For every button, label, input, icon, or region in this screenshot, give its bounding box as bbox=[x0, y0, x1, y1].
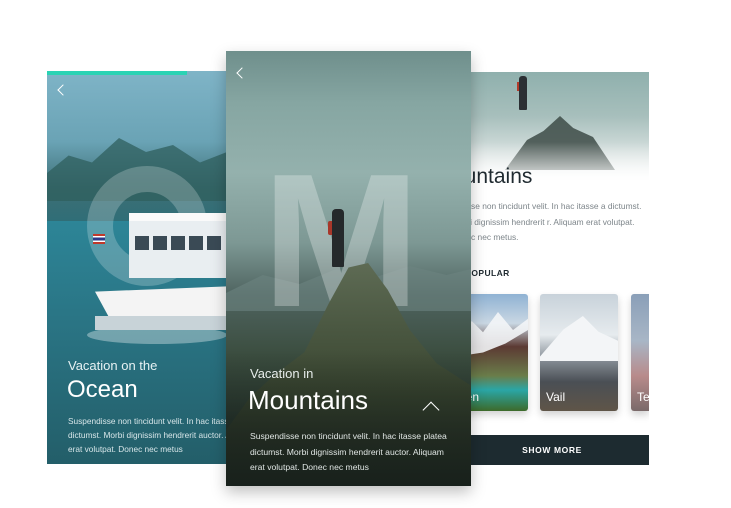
back-arrow-icon[interactable] bbox=[236, 67, 248, 79]
card-title: Ocean bbox=[67, 376, 138, 403]
card-description: endisse non tincidunt velit. In hac itas… bbox=[455, 201, 642, 242]
card-title: Mountains bbox=[248, 385, 368, 415]
hiker-figure bbox=[519, 76, 527, 110]
mountains-card[interactable]: M Vacation in Mountains Suspendisse non … bbox=[226, 51, 471, 486]
progress-bar bbox=[47, 71, 187, 75]
boat-windows bbox=[135, 236, 225, 250]
flag-icon bbox=[93, 234, 105, 244]
card-description: Suspendisse non tincidunt velit. In hac … bbox=[250, 431, 447, 472]
boat-hull bbox=[95, 316, 227, 330]
card-description: Suspendisse non tincidunt velit. In hac … bbox=[68, 416, 227, 454]
destination-thumbnail[interactable]: Te bbox=[631, 294, 649, 411]
mountains-list-card[interactable]: ountains endisse non tincidunt velit. In… bbox=[455, 72, 649, 465]
thumbnail-label: Vail bbox=[546, 390, 566, 404]
boat-roof bbox=[129, 213, 227, 221]
card-subtitle: Vacation in bbox=[250, 366, 314, 381]
destination-thumbnail[interactable]: Vail bbox=[540, 294, 618, 411]
show-more-button[interactable]: SHOW MORE bbox=[455, 435, 649, 465]
thumbnail-label: Te bbox=[637, 390, 649, 404]
card-subtitle: Vacation on the bbox=[68, 358, 158, 373]
hiker-figure bbox=[332, 209, 344, 267]
back-arrow-icon[interactable] bbox=[57, 84, 69, 96]
snow-peak bbox=[540, 316, 618, 361]
ocean-card[interactable]: Vacation on the Ocean Suspendisse non ti… bbox=[47, 71, 227, 464]
